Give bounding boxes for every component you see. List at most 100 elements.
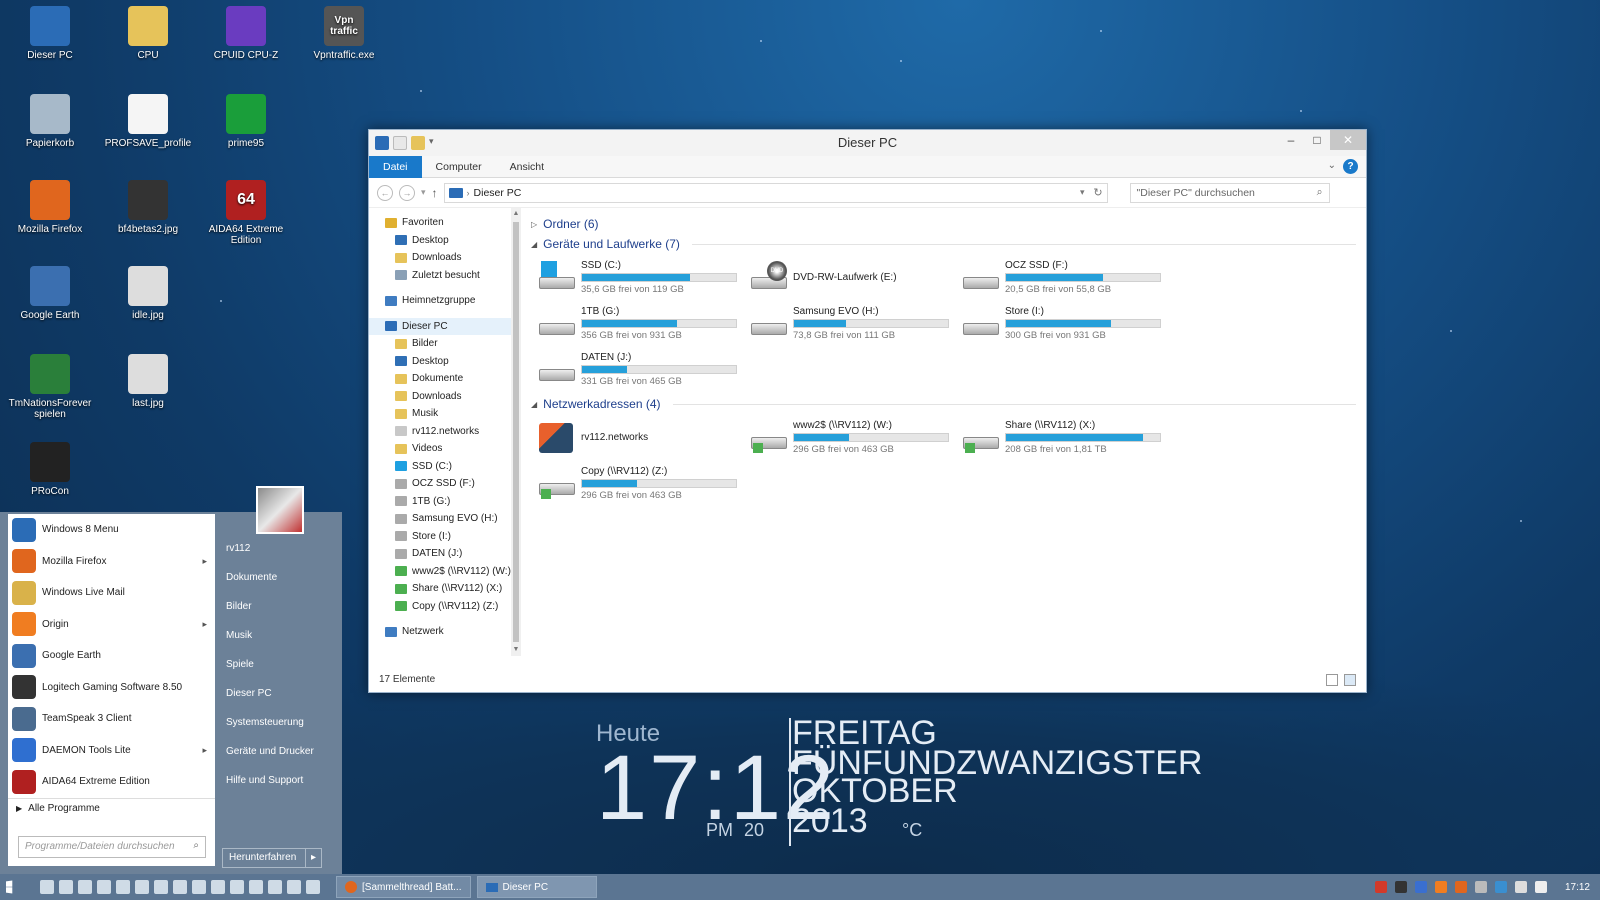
start-right-item[interactable]: Spiele xyxy=(222,650,342,679)
navigation-pane[interactable]: Favoriten Desktop Downloads Zuletzt besucht… xyxy=(369,208,521,656)
address-bar[interactable]: › Dieser PC ▾ ↻ xyxy=(443,182,1108,203)
action-center-icon[interactable] xyxy=(1514,881,1527,893)
quicklaunch-icon[interactable] xyxy=(230,880,244,894)
drive-tile[interactable]: Copy (\\RV112) (Z:) 296 GB frei von 463 G… xyxy=(537,460,749,506)
nav-item[interactable]: Favoriten xyxy=(369,214,521,232)
start-program-item[interactable]: Windows Live Mail xyxy=(8,577,215,609)
recent-locations-icon[interactable]: ▾ xyxy=(421,187,426,198)
start-program-item[interactable]: Windows 8 Menu xyxy=(8,514,215,546)
explorer-window[interactable]: ▾ Dieser PC – □ ✕ Datei Computer Ansicht… xyxy=(368,129,1367,693)
user-avatar[interactable] xyxy=(256,486,304,534)
start-search-input[interactable]: Programme/Dateien durchsuchen ⌕ xyxy=(18,836,206,858)
quicklaunch-icon[interactable] xyxy=(173,880,187,894)
quicklaunch-icon[interactable] xyxy=(154,880,168,894)
close-button[interactable]: ✕ xyxy=(1330,130,1366,150)
quicklaunch-icon[interactable] xyxy=(306,880,320,894)
shutdown-button[interactable]: Herunterfahren ▸ xyxy=(222,848,322,868)
start-program-item[interactable]: Logitech Gaming Software 8.50 xyxy=(8,672,215,704)
start-right-item[interactable]: rv112 xyxy=(222,534,342,563)
nav-item[interactable]: Desktop xyxy=(369,232,521,250)
start-program-item[interactable]: Origin ▸ xyxy=(8,609,215,641)
start-program-item[interactable]: TeamSpeak 3 Client xyxy=(8,703,215,735)
drive-tile[interactable]: Samsung EVO (H:) 73,8 GB frei von 111 GB xyxy=(749,300,961,346)
start-program-item[interactable]: DAEMON Tools Lite ▸ xyxy=(8,735,215,767)
shutdown-options-icon[interactable]: ▸ xyxy=(305,849,321,867)
nav-item[interactable]: Desktop xyxy=(369,353,521,371)
tab-ansicht[interactable]: Ansicht xyxy=(496,156,558,178)
quicklaunch-icon[interactable] xyxy=(40,880,54,894)
desktop-icon[interactable]: idle.jpg xyxy=(100,266,196,321)
expand-icon[interactable]: ▷ xyxy=(531,220,537,229)
start-right-item[interactable]: Dokumente xyxy=(222,563,342,592)
tray-icon[interactable] xyxy=(1414,881,1427,893)
refresh-icon[interactable]: ↻ xyxy=(1093,186,1102,199)
taskbar-button-explorer[interactable]: Dieser PC xyxy=(476,876,597,898)
section-drives[interactable]: ◢ Geräte und Laufwerke (7) xyxy=(531,234,1356,254)
nav-item[interactable]: Videos xyxy=(369,440,521,458)
tab-computer[interactable]: Computer xyxy=(422,156,496,178)
nav-item[interactable]: Musik xyxy=(369,405,521,423)
maximize-button[interactable]: □ xyxy=(1304,130,1330,150)
drive-tile[interactable]: DATEN (J:) 331 GB frei von 465 GB xyxy=(537,346,749,392)
tray-icon[interactable] xyxy=(1474,881,1487,893)
drive-tile[interactable]: Store (I:) 300 GB frei von 931 GB xyxy=(961,300,1173,346)
drive-tile[interactable]: DVD DVD-RW-Laufwerk (E:) xyxy=(749,254,961,300)
content-pane[interactable]: ▷ Ordner (6) ◢ Geräte und Laufwerke (7) … xyxy=(521,208,1366,656)
drive-tile[interactable]: OCZ SSD (F:) 20,5 GB frei von 55,8 GB xyxy=(961,254,1173,300)
drive-tile[interactable]: SSD (C:) 35,6 GB frei von 119 GB xyxy=(537,254,749,300)
quicklaunch-icon[interactable] xyxy=(249,880,263,894)
search-input[interactable]: "Dieser PC" durchsuchen ⌕ xyxy=(1129,182,1330,203)
tray-clock[interactable]: 17:12 xyxy=(1565,882,1590,893)
desktop-icon[interactable]: 64 AIDA64 Extreme Edition xyxy=(198,180,294,246)
submenu-arrow-icon[interactable]: ▸ xyxy=(202,745,207,756)
quicklaunch-icon[interactable] xyxy=(59,880,73,894)
quicklaunch-icon[interactable] xyxy=(97,880,111,894)
scroll-up-icon[interactable]: ▲ xyxy=(511,208,521,220)
expand-ribbon-icon[interactable]: ⌄ xyxy=(1328,160,1336,171)
quicklaunch-icon[interactable] xyxy=(192,880,206,894)
help-icon[interactable]: ? xyxy=(1343,159,1358,174)
nav-item[interactable]: rv112.networks xyxy=(369,423,521,441)
drive-tile[interactable]: www2$ (\\RV112) (W:) 296 GB frei von 463 … xyxy=(749,414,961,460)
volume-icon[interactable] xyxy=(1534,881,1547,893)
nav-item[interactable]: Copy (\\RV112) (Z:) xyxy=(369,598,521,616)
desktop-icon[interactable]: Mozilla Firefox xyxy=(2,180,98,235)
desktop-icon[interactable]: prime95 xyxy=(198,94,294,149)
start-right-item[interactable]: Geräte und Drucker xyxy=(222,737,342,766)
drive-tile[interactable]: Share (\\RV112) (X:) 208 GB frei von 1,81… xyxy=(961,414,1173,460)
submenu-arrow-icon[interactable]: ▸ xyxy=(202,556,207,567)
title-bar[interactable]: ▾ Dieser PC – □ ✕ xyxy=(369,130,1366,156)
desktop-icon[interactable]: Google Earth xyxy=(2,266,98,321)
nav-item[interactable]: Heimnetzgruppe xyxy=(369,292,521,310)
desktop-icon[interactable]: Dieser PC xyxy=(2,6,98,61)
start-button[interactable] xyxy=(0,874,26,900)
minimize-button[interactable]: – xyxy=(1278,130,1304,150)
nav-item[interactable]: Dieser PC xyxy=(369,317,521,335)
scroll-down-icon[interactable]: ▼ xyxy=(511,644,521,656)
drive-tile[interactable]: 1TB (G:) 356 GB frei von 931 GB xyxy=(537,300,749,346)
forward-button[interactable]: → xyxy=(399,184,415,201)
start-program-item[interactable]: AIDA64 Extreme Edition xyxy=(8,766,215,798)
nav-item[interactable]: SSD (C:) xyxy=(369,458,521,476)
breadcrumb-dieser-pc[interactable]: Dieser PC xyxy=(474,187,522,199)
details-view-icon[interactable] xyxy=(1326,674,1338,686)
start-right-item[interactable]: Dieser PC xyxy=(222,679,342,708)
back-button[interactable]: ← xyxy=(377,184,393,201)
nav-item[interactable]: OCZ SSD (F:) xyxy=(369,475,521,493)
submenu-arrow-icon[interactable]: ▸ xyxy=(202,619,207,630)
start-right-item[interactable]: Hilfe und Support xyxy=(222,766,342,795)
quicklaunch-icon[interactable] xyxy=(135,880,149,894)
quicklaunch-icon[interactable] xyxy=(78,880,92,894)
tray-icon[interactable] xyxy=(1374,881,1387,893)
nav-item[interactable]: Store (I:) xyxy=(369,528,521,546)
desktop-icon[interactable]: last.jpg xyxy=(100,354,196,409)
nav-item[interactable]: Downloads xyxy=(369,388,521,406)
desktop-icon[interactable]: CPUID CPU-Z xyxy=(198,6,294,61)
start-program-item[interactable]: Google Earth xyxy=(8,640,215,672)
nav-item[interactable]: Downloads xyxy=(369,249,521,267)
desktop-icon[interactable]: Vpn traffic Vpntraffic.exe xyxy=(296,6,392,61)
desktop-icon[interactable]: CPU xyxy=(100,6,196,61)
network-icon[interactable] xyxy=(1494,881,1507,893)
nav-item[interactable]: Netzwerk xyxy=(369,623,521,641)
nav-item[interactable]: DATEN (J:) xyxy=(369,545,521,563)
